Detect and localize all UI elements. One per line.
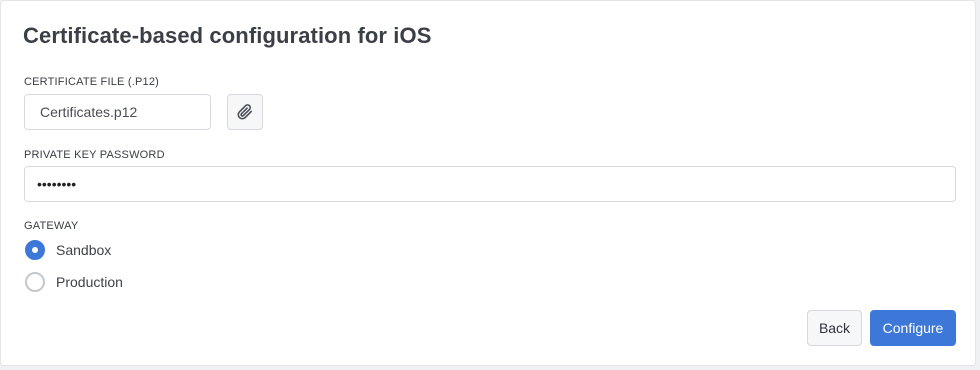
radio-checked-icon[interactable]	[25, 240, 45, 260]
back-button[interactable]: Back	[807, 310, 862, 346]
gateway-option-label: Production	[56, 274, 123, 290]
private-key-password-label: PRIVATE KEY PASSWORD	[24, 149, 165, 161]
page-title: Certificate-based configuration for iOS	[23, 23, 432, 48]
certificate-file-label: CERTIFICATE FILE (.P12)	[24, 76, 159, 88]
gateway-option-sandbox[interactable]: Sandbox	[25, 240, 111, 260]
certificate-file-field[interactable]: Certificates.p12	[24, 94, 211, 130]
gateway-option-production[interactable]: Production	[25, 272, 123, 292]
gateway-option-label: Sandbox	[56, 242, 112, 258]
paperclip-icon	[237, 104, 253, 120]
gateway-label: GATEWAY	[24, 220, 79, 232]
config-card: Certificate-based configuration for iOS …	[0, 0, 976, 366]
private-key-password-field[interactable]: ••••••••	[24, 166, 956, 202]
attach-file-button[interactable]	[227, 94, 263, 130]
radio-unchecked-icon[interactable]	[25, 272, 45, 292]
configure-button[interactable]: Configure	[870, 310, 956, 346]
